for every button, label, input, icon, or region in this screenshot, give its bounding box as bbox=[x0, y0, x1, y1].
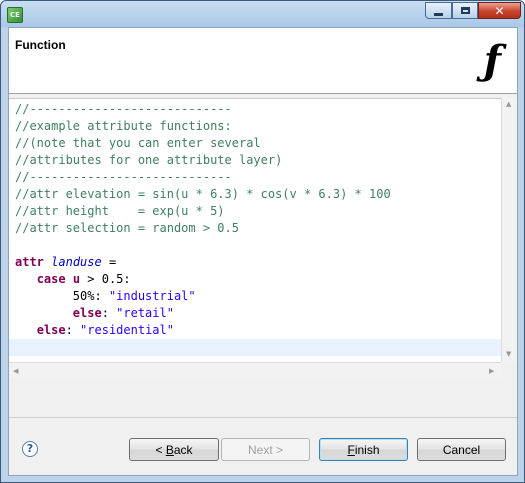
code-token: //attributes for one attribute layer) bbox=[15, 153, 283, 167]
finish-button-rest: inish bbox=[354, 442, 380, 457]
code-line[interactable]: //attr selection = random > 0.5 bbox=[15, 220, 391, 237]
code-token: //---------------------------- bbox=[15, 102, 232, 116]
code-token: //attr elevation = sin(u * 6.3) * cos(v … bbox=[15, 187, 391, 201]
code-token: //attr selection = random > 0.5 bbox=[15, 221, 239, 235]
horizontal-scrollbar[interactable]: ◀ ▶ bbox=[9, 362, 501, 378]
code-token: //(note that you can enter several bbox=[15, 136, 261, 150]
code-token: else bbox=[72, 306, 102, 320]
title-bar[interactable]: CE ✕ bbox=[1, 1, 524, 27]
scroll-left-icon[interactable]: ◀ bbox=[13, 367, 18, 375]
code-line[interactable]: attr landuse = bbox=[15, 254, 391, 271]
close-icon: ✕ bbox=[494, 3, 505, 18]
code-line[interactable]: //---------------------------- bbox=[15, 101, 391, 118]
code-line[interactable] bbox=[15, 237, 391, 254]
back-button[interactable]: < Back bbox=[129, 438, 219, 461]
back-button-prefix: < bbox=[155, 442, 166, 457]
next-button[interactable]: Next > bbox=[221, 438, 310, 461]
code-token: "retail" bbox=[116, 306, 174, 320]
code-line[interactable]: //(note that you can enter several bbox=[15, 135, 391, 152]
finish-button-mnemonic: F bbox=[347, 442, 355, 457]
cancel-button-label: Cancel bbox=[442, 442, 481, 457]
close-button[interactable]: ✕ bbox=[478, 2, 521, 19]
help-icon[interactable]: ? bbox=[22, 441, 38, 457]
code-line[interactable] bbox=[15, 339, 391, 356]
maximize-button[interactable] bbox=[452, 2, 478, 19]
code-token: case bbox=[36, 272, 66, 286]
code-token: "residential" bbox=[80, 323, 174, 337]
function-icon: ƒ bbox=[483, 37, 501, 84]
code-line[interactable]: //---------------------------- bbox=[15, 169, 391, 186]
cancel-button[interactable]: Cancel bbox=[417, 438, 506, 461]
dialog-client-area: Function ƒ //---------------------------… bbox=[8, 27, 518, 476]
code-editor[interactable]: //---------------------------- //example … bbox=[9, 98, 501, 364]
code-token: attr bbox=[15, 255, 44, 269]
wizard-header: Function ƒ bbox=[9, 28, 517, 94]
page-title: Function bbox=[15, 38, 66, 52]
code-token: : bbox=[101, 306, 117, 320]
back-button-rest: ack bbox=[173, 442, 193, 457]
footer-divider bbox=[9, 417, 517, 418]
code-token: landuse bbox=[51, 255, 102, 269]
scroll-down-icon[interactable]: ▼ bbox=[506, 350, 511, 358]
code-token: "industrial" bbox=[108, 289, 196, 303]
code-text[interactable]: //---------------------------- //example … bbox=[15, 101, 391, 356]
app-icon: CE bbox=[7, 7, 23, 23]
code-line[interactable]: //example attribute functions: bbox=[15, 118, 391, 135]
code-token: else bbox=[36, 323, 66, 337]
code-line[interactable]: else: "residential" bbox=[15, 322, 391, 339]
next-button-label: Next > bbox=[247, 442, 283, 457]
code-token: : bbox=[65, 323, 81, 337]
code-token: = bbox=[101, 255, 117, 269]
code-line[interactable]: //attributes for one attribute layer) bbox=[15, 152, 391, 169]
maximize-icon bbox=[460, 7, 470, 14]
minimize-button[interactable] bbox=[425, 2, 452, 19]
code-line[interactable]: //attr height = exp(u * 5) bbox=[15, 203, 391, 220]
vertical-scrollbar[interactable]: ▲ ▼ bbox=[501, 98, 517, 362]
back-button-mnemonic: B bbox=[165, 442, 174, 457]
code-token: > 0.5: bbox=[80, 272, 131, 286]
scroll-up-icon[interactable]: ▲ bbox=[506, 100, 511, 108]
code-line[interactable]: case u > 0.5: bbox=[15, 271, 391, 288]
code-token: //example attribute functions: bbox=[15, 119, 232, 133]
scroll-right-icon[interactable]: ▶ bbox=[489, 367, 494, 375]
code-token: u bbox=[72, 272, 81, 286]
minimize-icon bbox=[434, 12, 443, 16]
code-token: //attr height = exp(u * 5) bbox=[15, 204, 225, 218]
code-token: //---------------------------- bbox=[15, 170, 232, 184]
code-token: 50%: bbox=[15, 289, 109, 303]
code-line[interactable]: else: "retail" bbox=[15, 305, 391, 322]
finish-button[interactable]: Finish bbox=[319, 438, 408, 461]
dialog-window: CE ✕ Function ƒ //----------------------… bbox=[0, 0, 525, 483]
code-line[interactable]: 50%: "industrial" bbox=[15, 288, 391, 305]
code-line[interactable]: //attr elevation = sin(u * 6.3) * cos(v … bbox=[15, 186, 391, 203]
